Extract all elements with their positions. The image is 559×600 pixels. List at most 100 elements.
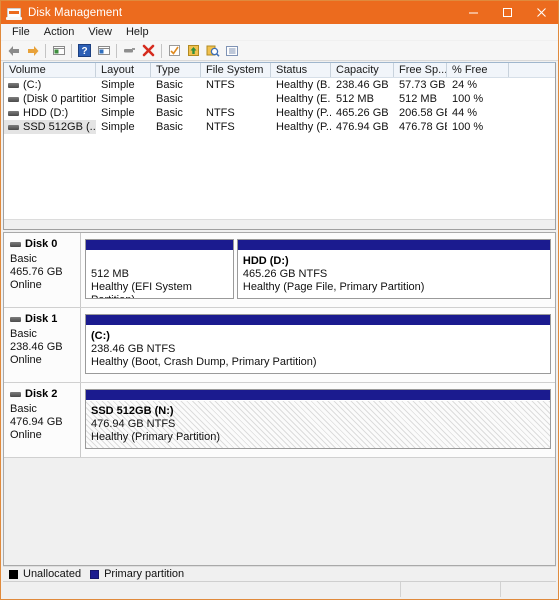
menu-bar: File Action View Help (1, 24, 558, 41)
window-controls (456, 1, 558, 24)
column-header--free[interactable]: % Free (447, 63, 509, 77)
delete-icon[interactable] (139, 42, 158, 60)
disk-info-disk-0[interactable]: Disk 0 Basic 465.76 GB Online (4, 233, 81, 307)
maximize-button[interactable] (490, 1, 524, 24)
cell-capacity: 465.26 GB (336, 107, 389, 119)
volume-icon (8, 110, 19, 116)
menu-item-view[interactable]: View (81, 25, 119, 39)
cell-capacity: 512 MB (336, 93, 374, 105)
extend-volume-icon[interactable] (184, 42, 203, 60)
graphical-disk-pane: Disk 0 Basic 465.76 GB Online 512 MB Healthy … (3, 232, 556, 566)
disk-row: Disk 0 Basic 465.76 GB Online 512 MB Healthy … (4, 233, 555, 308)
volume-icon (8, 82, 19, 88)
search-disk-icon[interactable] (203, 42, 222, 60)
disk-rows-container: Disk 0 Basic 465.76 GB Online 512 MB Healthy … (4, 233, 555, 458)
cell-volume: (Disk 0 partition 1) (4, 92, 96, 106)
disk-size: 476.94 GB (10, 416, 63, 428)
close-button[interactable] (524, 1, 558, 24)
cell-file_system: NTFS (206, 121, 235, 133)
partition-size: 512 MB (91, 268, 129, 280)
table-row[interactable]: HDD (D:) Simple Basic NTFS Healthy (P... 465.… (4, 106, 555, 120)
table-row[interactable]: (C:) Simple Basic NTFS Healthy (B... 238.46 G… (4, 78, 555, 92)
show-hide-console-tree-icon[interactable] (49, 42, 68, 60)
cell-type: Basic (156, 107, 183, 119)
cell-percent_free: 24 % (452, 79, 478, 91)
partition-size: 465.26 GB NTFS (242, 268, 328, 280)
column-header-type[interactable]: Type (151, 63, 201, 77)
list-view-icon[interactable] (222, 42, 241, 60)
menu-item-action[interactable]: Action (37, 25, 82, 39)
disk-type: Basic (10, 403, 37, 415)
partition-details: SSD 512GB (N:) 476.94 GB NTFS Healthy (Pri… (86, 401, 550, 448)
cell-status: Healthy (P... (276, 121, 331, 133)
column-header-layout[interactable]: Layout (96, 63, 151, 77)
cell-volume: HDD (D:) (4, 106, 96, 120)
partition-block[interactable]: SSD 512GB (N:) 476.94 GB NTFS Healthy (Pri… (85, 389, 551, 449)
legend: Unallocated Primary partition (3, 566, 556, 581)
status-cell-tertiary (501, 582, 556, 597)
back-arrow-icon[interactable] (4, 42, 23, 60)
disk-icon (10, 316, 21, 322)
disk-name: Disk 2 (25, 388, 58, 400)
disk-type: Basic (10, 328, 37, 340)
table-row[interactable]: (Disk 0 partition 1) Simple Basic Healthy (… (4, 92, 555, 106)
disk-type: Basic (10, 253, 37, 265)
cell-status: Healthy (E... (276, 93, 331, 105)
column-header-volume[interactable]: Volume (4, 63, 96, 77)
column-header-status[interactable]: Status (271, 63, 331, 77)
column-header-free-sp[interactable]: Free Sp... (394, 63, 447, 77)
volume-name: HDD (D:) (23, 107, 69, 119)
status-cell-main (3, 582, 401, 597)
toolbar-separator (45, 43, 46, 58)
disk-info-disk-2[interactable]: Disk 2 Basic 476.94 GB Online (4, 383, 81, 457)
disk-management-window: Disk Management File Action View Help ? … (0, 0, 559, 600)
cell-free_space: 206.58 GB (399, 107, 447, 119)
forward-arrow-icon[interactable] (23, 42, 42, 60)
disk-size: 465.76 GB (10, 266, 63, 278)
volume-list-body: (C:) Simple Basic NTFS Healthy (B... 238.46 G… (4, 78, 555, 219)
legend-item: Primary partition (90, 568, 184, 580)
menu-item-help[interactable]: Help (119, 25, 156, 39)
volume-icon (8, 96, 19, 102)
disk-state: Online (10, 279, 42, 291)
properties-icon[interactable] (94, 42, 113, 60)
table-row[interactable]: SSD 512GB (... Simple Basic NTFS Healthy (P.… (4, 120, 555, 134)
disk-info-disk-1[interactable]: Disk 1 Basic 238.46 GB Online (4, 308, 81, 382)
check-icon[interactable] (165, 42, 184, 60)
cell-layout: Simple (101, 121, 135, 133)
cell-file_system: NTFS (206, 79, 235, 91)
disk-drive-icon (6, 5, 22, 21)
status-cell-secondary (401, 582, 501, 597)
volume-icon (8, 124, 19, 130)
partition-block[interactable]: HDD (D:) 465.26 GB NTFS Healthy (Page File… (236, 239, 551, 299)
column-header-capacity[interactable]: Capacity (331, 63, 394, 77)
cell-percent_free: 100 % (452, 93, 484, 105)
partition-size: 476.94 GB NTFS (91, 418, 176, 430)
partition-block[interactable]: (C:) 238.46 GB NTFS Healthy (Boot, Crash D… (85, 314, 551, 374)
legend-item: Unallocated (9, 568, 81, 580)
cell-file_system: NTFS (206, 107, 235, 119)
column-header-file-system[interactable]: File System (201, 63, 271, 77)
partition-label: HDD (D:) (242, 255, 289, 267)
partition-size: 238.46 GB NTFS (91, 343, 176, 355)
column-header-blank[interactable] (509, 63, 555, 77)
cell-status: Healthy (P... (276, 107, 331, 119)
cell-type: Basic (156, 121, 183, 133)
partition-status: Healthy (EFI System Partition) (91, 281, 192, 298)
cell-volume: SSD 512GB (... (4, 120, 96, 134)
cell-capacity: 476.94 GB (336, 121, 389, 133)
cell-percent_free: 100 % (452, 121, 484, 133)
cell-free_space: 512 MB (399, 93, 437, 105)
graph-empty-area (4, 458, 555, 565)
volume-list-horizontal-scrollbar[interactable] (4, 219, 555, 229)
minimize-button[interactable] (456, 1, 490, 24)
cell-percent_free: 44 % (452, 107, 478, 119)
partition-block[interactable]: 512 MBHealthy (EFI System Partition) (85, 239, 234, 299)
disk-partitions: (C:) 238.46 GB NTFS Healthy (Boot, Crash D… (81, 308, 555, 382)
toolbar-separator (116, 43, 117, 58)
partition-status: Healthy (Boot, Crash Dump, Primary Parti… (91, 356, 317, 368)
help-icon[interactable]: ? (75, 42, 94, 60)
menu-item-file[interactable]: File (5, 25, 37, 39)
disk-state: Online (10, 429, 42, 441)
rescan-disks-icon[interactable] (120, 42, 139, 60)
